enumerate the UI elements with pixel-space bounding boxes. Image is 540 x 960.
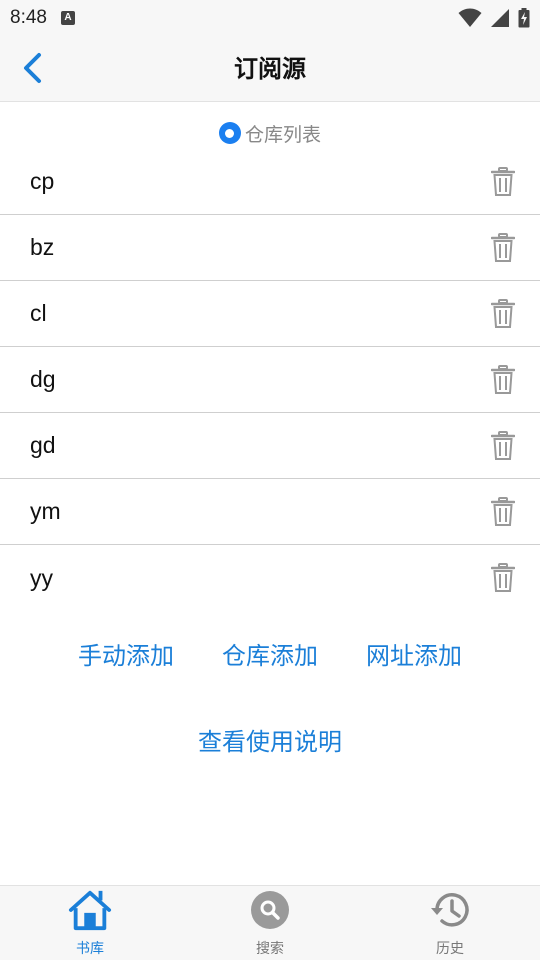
nav-item-history[interactable]: 历史: [360, 886, 540, 960]
source-name: cl: [30, 300, 47, 326]
status-right: [458, 8, 530, 28]
status-bar: 8:48 A: [0, 0, 540, 36]
delete-button[interactable]: [488, 297, 518, 331]
notification-badge-icon: A: [60, 11, 75, 25]
trash-icon: [491, 496, 515, 526]
delete-button[interactable]: [488, 231, 518, 265]
repo-list-radio[interactable]: 仓库列表: [0, 118, 540, 148]
history-icon: [428, 888, 472, 932]
signal-icon: [491, 9, 509, 27]
source-name: cp: [30, 168, 55, 194]
nav-label-history: 历史: [436, 941, 464, 957]
delete-button[interactable]: [488, 429, 518, 463]
list-item[interactable]: cl: [0, 281, 540, 347]
status-left: 8:48 A: [10, 7, 75, 29]
nav-label-search: 搜索: [256, 941, 284, 957]
list-item[interactable]: dg: [0, 347, 540, 413]
trash-icon: [491, 430, 515, 460]
status-time: 8:48: [10, 7, 47, 28]
list-item[interactable]: bz: [0, 215, 540, 281]
source-name: gd: [30, 432, 56, 458]
list-item[interactable]: ym: [0, 479, 540, 545]
list-item[interactable]: yy: [0, 545, 540, 611]
list-item[interactable]: gd: [0, 413, 540, 479]
source-name: yy: [30, 564, 53, 591]
source-name: bz: [30, 234, 55, 260]
bottom-nav: 书库 搜索 历史: [0, 885, 540, 960]
search-icon: [248, 888, 292, 932]
source-name: ym: [30, 498, 61, 524]
delete-button[interactable]: [488, 495, 518, 529]
manual-add-button[interactable]: 手动添加: [78, 636, 174, 676]
nav-item-search[interactable]: 搜索: [180, 886, 360, 960]
delete-button[interactable]: [488, 363, 518, 397]
home-icon: [68, 888, 112, 932]
source-name: dg: [30, 366, 56, 392]
trash-icon: [491, 364, 515, 394]
page-title: 订阅源: [234, 55, 306, 83]
source-list: cp bz cl dg gd ym yy: [0, 149, 540, 611]
url-add-button[interactable]: 网址添加: [366, 636, 462, 676]
app-header: 订阅源: [0, 36, 540, 102]
radio-selected-icon: [218, 122, 241, 144]
repo-add-button[interactable]: 仓库添加: [222, 636, 318, 676]
trash-icon: [491, 232, 515, 262]
battery-icon: [518, 8, 530, 28]
nav-item-library[interactable]: 书库: [0, 886, 180, 960]
list-item[interactable]: cp: [0, 149, 540, 215]
help-link[interactable]: 查看使用说明: [0, 722, 540, 762]
add-actions: 手动添加 仓库添加 网址添加: [0, 636, 540, 676]
trash-icon: [491, 563, 515, 592]
trash-icon: [491, 166, 515, 196]
repo-list-label: 仓库列表: [244, 123, 321, 146]
wifi-icon: [458, 8, 482, 27]
delete-button[interactable]: [488, 165, 518, 199]
delete-button[interactable]: [488, 561, 518, 595]
nav-label-library: 书库: [76, 941, 104, 957]
trash-icon: [491, 298, 515, 328]
